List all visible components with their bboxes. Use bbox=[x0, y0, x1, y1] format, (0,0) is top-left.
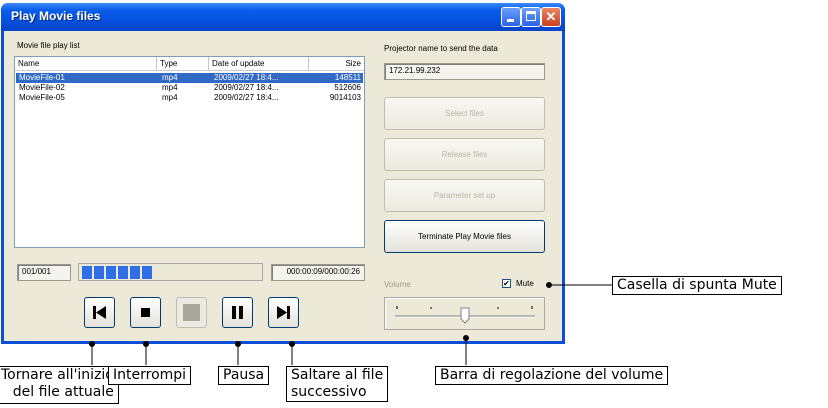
callout-volume-bar: Barra di regolazione del volume bbox=[435, 366, 669, 385]
callout-restart: Tornare all'inizio del file attuale bbox=[0, 366, 119, 404]
callout-next: Saltare al file successivo bbox=[286, 366, 389, 402]
callout-mute: Casella di spunta Mute bbox=[612, 276, 782, 295]
callout-pause: Pausa bbox=[218, 366, 270, 385]
callout-lines bbox=[89, 282, 612, 365]
callout-stop: Interrompi bbox=[108, 366, 192, 385]
